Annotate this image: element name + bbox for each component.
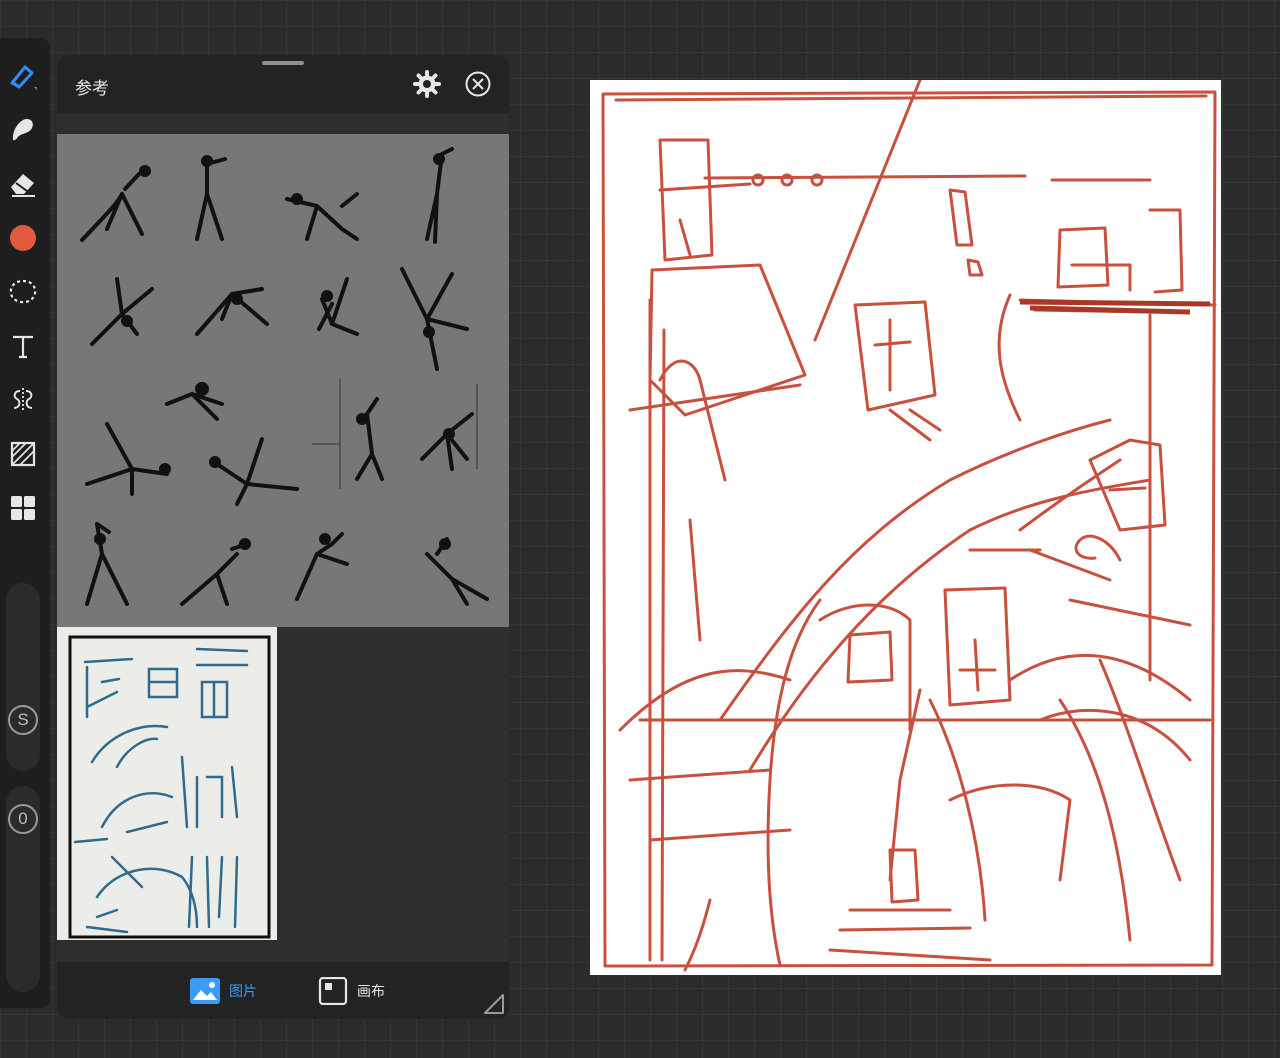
resize-handle-icon[interactable] xyxy=(481,991,507,1017)
smudge-tool[interactable] xyxy=(5,112,41,148)
brush-size-slider[interactable]: S xyxy=(6,583,40,771)
tab-images[interactable]: 图片 xyxy=(189,976,257,1006)
reference-panel: 参考 图片 画布 xyxy=(57,55,509,1019)
gallery-tool[interactable] xyxy=(5,490,41,526)
symmetry-icon xyxy=(13,388,33,412)
tab-images-label: 图片 xyxy=(229,983,257,999)
panel-title: 参考 xyxy=(75,79,109,98)
opacity-slider-knob[interactable]: 0 xyxy=(8,804,38,834)
eraser-tool[interactable] xyxy=(5,166,41,202)
brush-icon xyxy=(10,65,37,90)
eraser-icon xyxy=(11,174,35,197)
brush-tool[interactable] xyxy=(5,58,41,94)
canvas-icon xyxy=(318,977,348,1005)
lasso-icon xyxy=(9,279,37,304)
grid-icon xyxy=(11,496,35,520)
smudge-icon xyxy=(12,118,33,141)
color-swatch-icon xyxy=(10,225,36,251)
adjust-icon xyxy=(10,441,36,467)
text-icon xyxy=(13,335,33,359)
tab-canvas-label: 画布 xyxy=(357,983,385,999)
color-tool[interactable] xyxy=(5,220,41,256)
thumbnail-sketch-image xyxy=(57,627,277,940)
panel-header: 参考 xyxy=(57,55,509,113)
tab-canvas[interactable]: 画布 xyxy=(317,976,385,1006)
symmetry-tool[interactable] xyxy=(5,382,41,418)
selection-tool[interactable] xyxy=(5,274,41,310)
image-icon xyxy=(190,978,220,1004)
gear-icon[interactable] xyxy=(412,69,442,99)
panel-footer: 图片 画布 xyxy=(57,962,509,1019)
drag-handle[interactable] xyxy=(262,61,304,65)
opacity-slider[interactable]: 0 xyxy=(6,786,40,992)
size-slider-knob[interactable]: S xyxy=(8,705,38,735)
close-circle-icon[interactable] xyxy=(463,69,493,99)
layers-adjust-tool[interactable] xyxy=(5,436,41,472)
drawing-canvas[interactable] xyxy=(590,80,1221,975)
pose-reference-image xyxy=(57,134,509,627)
text-tool[interactable] xyxy=(5,328,41,364)
left-toolbar: S 0 xyxy=(0,38,50,1008)
